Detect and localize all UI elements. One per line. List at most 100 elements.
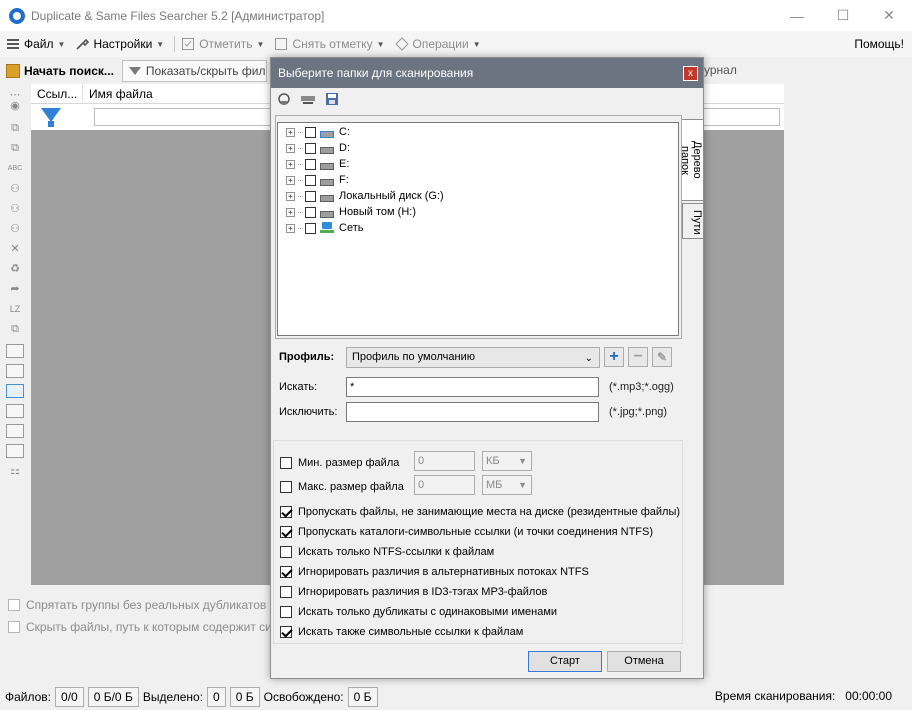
delete-icon[interactable]: ✕ — [6, 242, 24, 256]
menu-unmark[interactable]: Снять отметку ▼ — [274, 37, 385, 51]
tree-checkbox[interactable] — [305, 126, 316, 138]
group-icon[interactable]: ⚇ — [6, 182, 24, 196]
eye-icon[interactable]: ◉ — [6, 99, 24, 113]
tree-checkbox[interactable] — [305, 142, 316, 154]
show-hide-filter-button[interactable]: Показать/скрыть фил — [121, 60, 267, 82]
expand-icon[interactable]: + — [286, 159, 295, 169]
min-size-option[interactable]: Мин. размер файла — [280, 454, 399, 472]
tree-item-d[interactable]: + D: — [286, 140, 350, 156]
view-mode-2-icon[interactable] — [6, 364, 24, 378]
filter-funnel-icon[interactable] — [41, 108, 61, 122]
profile-select[interactable]: Профиль по умолчанию ⌄ — [346, 346, 600, 368]
add-profile-button[interactable]: + — [604, 347, 624, 367]
tree-item-h[interactable]: + Новый том (H:) — [286, 204, 416, 220]
tree-checkbox[interactable] — [305, 174, 316, 186]
copy-dropdown-icon[interactable]: ⧉ — [6, 322, 24, 336]
ignore-ads-checkbox[interactable] — [280, 566, 292, 578]
expand-icon[interactable]: + — [286, 127, 295, 137]
tree-item-e[interactable]: + E: — [286, 156, 349, 172]
view-mode-1-icon[interactable] — [6, 344, 24, 358]
dialog-close-button[interactable]: x — [683, 66, 698, 81]
tab-paths[interactable]: Пути — [682, 203, 704, 239]
network-drive-icon[interactable] — [299, 92, 317, 106]
edit-profile-button[interactable]: ✎ — [652, 347, 672, 367]
skip-symlink-dirs-checkbox[interactable] — [280, 526, 292, 538]
refresh-icon[interactable] — [275, 92, 293, 106]
menu-operations[interactable]: Операции ▼ — [394, 37, 481, 51]
lz-icon[interactable]: LZ — [6, 302, 24, 316]
expand-icon[interactable]: + — [286, 223, 295, 233]
tree-label: C: — [339, 126, 350, 138]
expand-icon[interactable]: + — [286, 207, 295, 217]
ntfs-links-only-checkbox[interactable] — [280, 546, 292, 558]
expand-icon[interactable]: + — [286, 191, 295, 201]
hide-files-option[interactable]: Скрыть файлы, путь к которым содержит си… — [8, 616, 293, 638]
skip-symlink-dirs-option[interactable]: Пропускать каталоги-символьные ссылки (и… — [280, 523, 653, 541]
ignore-id3-checkbox[interactable] — [280, 586, 292, 598]
ignore-id3-option[interactable]: Игнорировать различия в ID3-тэгах MP3-фа… — [280, 583, 547, 601]
files-size: 0 Б/0 Б — [87, 687, 139, 707]
hide-groups-checkbox[interactable] — [8, 599, 20, 611]
menu-settings[interactable]: Настройки ▼ — [75, 37, 164, 51]
max-size-input[interactable]: 0 — [414, 475, 475, 495]
tree-checkbox[interactable] — [305, 222, 316, 234]
min-size-checkbox[interactable] — [280, 457, 292, 469]
minimize-button[interactable]: — — [774, 0, 820, 31]
tab-folder-tree[interactable]: Дерево папок — [679, 119, 704, 201]
menu-file[interactable]: Файл ▼ — [6, 37, 65, 51]
max-size-option[interactable]: Макс. размер файла — [280, 478, 404, 496]
menu-lines-icon — [6, 37, 20, 51]
tree-item-c[interactable]: + C: — [286, 124, 350, 140]
view-mode-7-icon[interactable]: ⚏ — [6, 464, 24, 478]
group-split-icon[interactable]: ⚇ — [6, 222, 24, 236]
skip-resident-option[interactable]: Пропускать файлы, не занимающие места на… — [280, 503, 680, 521]
check-box-icon — [181, 37, 195, 51]
folder-tree: + C: + D: + E: + F: + Локальный диск (G:… — [277, 122, 679, 336]
journal-button[interactable]: урнал — [704, 63, 737, 77]
tree-item-network[interactable]: + Сеть — [286, 220, 363, 236]
ignore-ads-option[interactable]: Игнорировать различия в альтернативных п… — [280, 563, 589, 581]
tree-checkbox[interactable] — [305, 158, 316, 170]
expand-icon[interactable]: + — [286, 175, 295, 185]
start-button[interactable]: Старт — [528, 651, 602, 672]
remove-profile-button[interactable]: − — [628, 347, 648, 367]
abc-icon[interactable]: ABC — [6, 162, 24, 176]
maximize-button[interactable]: ☐ — [820, 0, 866, 31]
view-mode-4-icon[interactable] — [6, 404, 24, 418]
close-button[interactable]: ✕ — [866, 0, 912, 31]
tree-item-f[interactable]: + F: — [286, 172, 349, 188]
menu-help[interactable]: Помощь! — [854, 37, 904, 51]
view-mode-5-icon[interactable] — [6, 424, 24, 438]
tree-item-g[interactable]: + Локальный диск (G:) — [286, 188, 444, 204]
same-names-only-checkbox[interactable] — [280, 606, 292, 618]
cancel-button[interactable]: Отмена — [607, 651, 681, 672]
chevron-down-icon: ▼ — [518, 480, 527, 490]
max-size-unit-select[interactable]: МБ ▼ — [482, 475, 532, 495]
group-settings-icon[interactable]: ⚇ — [6, 202, 24, 216]
recycle-icon[interactable]: ♻ — [6, 262, 24, 276]
copy-icon[interactable]: ⧉ — [6, 141, 24, 155]
min-size-input[interactable]: 0 — [414, 451, 475, 471]
start-search-button[interactable]: Начать поиск... — [6, 64, 114, 78]
search-mask-input[interactable]: * — [346, 377, 599, 397]
column-header-links[interactable]: Ссыл... — [31, 84, 83, 104]
menu-mark[interactable]: Отметить ▼ — [181, 37, 264, 51]
tree-checkbox[interactable] — [305, 190, 316, 202]
hide-groups-option[interactable]: Спрятать группы без реальных дубликатов — [8, 594, 293, 616]
view-mode-3-icon[interactable] — [6, 384, 24, 398]
same-names-only-option[interactable]: Искать только дубликаты с одинаковыми им… — [280, 603, 557, 621]
file-symlinks-option[interactable]: Искать также символьные ссылки к файлам — [280, 623, 523, 641]
file-symlinks-checkbox[interactable] — [280, 626, 292, 638]
skip-resident-checkbox[interactable] — [280, 506, 292, 518]
expand-icon[interactable]: + — [286, 143, 295, 153]
ntfs-links-only-option[interactable]: Искать только NTFS-ссылки к файлам — [280, 543, 494, 561]
max-size-checkbox[interactable] — [280, 481, 292, 493]
save-icon[interactable] — [323, 92, 341, 106]
hide-files-checkbox[interactable] — [8, 621, 20, 633]
tree-checkbox[interactable] — [305, 206, 316, 218]
view-mode-6-icon[interactable] — [6, 444, 24, 458]
add-file-icon[interactable]: ⧉ — [6, 121, 24, 135]
min-size-unit-select[interactable]: КБ ▼ — [482, 451, 532, 471]
move-icon[interactable]: ➦ — [6, 282, 24, 296]
exclude-mask-input[interactable] — [346, 402, 599, 422]
